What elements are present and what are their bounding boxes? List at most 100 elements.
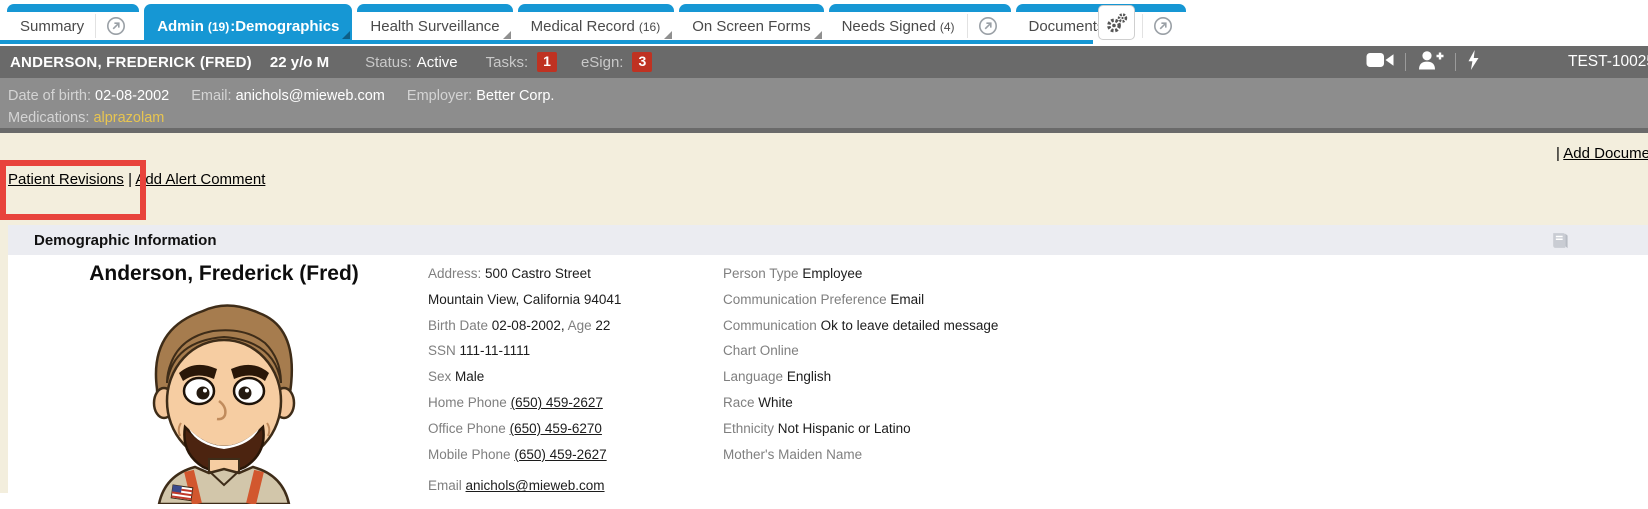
settings-button[interactable] [1098,5,1135,40]
patient-revisions-link[interactable]: Patient Revisions [8,171,124,188]
patient-action-links: Patient Revisions | Add Alert Comment [8,171,265,188]
patient-info-bar: Date of birth: 02-08-2002 Email: anichol… [0,78,1648,128]
ethnicity-value: Not Hispanic or Latino [778,421,911,436]
mothers-maiden-name-label: Mother's Maiden Name [723,447,862,462]
add-alert-comment-link[interactable]: Add Alert Comment [135,171,265,188]
documents-popout-button[interactable] [1142,14,1173,38]
needs-signed-popout-button[interactable] [967,14,998,38]
mobile-phone-label: Mobile Phone [428,447,511,462]
person-plus-icon [1417,50,1444,70]
tab-medical-record-count: (16) [639,20,660,34]
communication-row: Communication Ok to leave detailed messa… [723,313,998,339]
highlight-annotation-box [0,160,146,220]
communication-preference-label: Communication Preference [723,292,887,307]
home-phone-link[interactable]: (650) 459-2627 [511,395,603,410]
tab-needs-signed-label: Needs Signed [842,18,936,35]
tab-underline [0,40,1093,44]
popout-arrow-icon [1153,16,1173,36]
email-label: Email: [191,88,231,104]
ethnicity-label: Ethnicity [723,421,774,436]
mobile-phone-link[interactable]: (650) 459-2627 [514,447,606,462]
demographics-patient-name: Anderson, Frederick (Fred) [8,262,440,286]
tasks-badge[interactable]: 1 [537,52,557,72]
home-phone-label: Home Phone [428,395,507,410]
race-value: White [758,395,793,410]
tab-medical-record-label: Medical Record [531,18,635,35]
address-line1: 500 Castro Street [485,266,591,281]
panel-body: Anderson, Frederick (Fred) [8,255,1648,493]
patient-photo [133,289,313,509]
address-row: Address: 500 Castro Street [428,261,621,287]
popout-arrow-icon [106,16,126,36]
sex-label: Sex [428,369,451,384]
office-phone-link[interactable]: (650) 459-6270 [510,421,602,436]
ssn-value: 111-11-1111 [460,343,531,358]
email-field-label: Email [428,478,462,493]
tab-needs-signed[interactable]: Needs Signed (4) [829,4,1011,40]
tab-health-surveillance-label: Health Surveillance [370,18,499,35]
language-row: Language English [723,364,998,390]
mobile-phone-row: Mobile Phone (650) 459-2627 [428,442,621,468]
tab-on-screen-forms[interactable]: On Screen Forms [679,4,823,40]
patient-header-bar: ANDERSON, FREDERICK (FRED) 22 y/o M Stat… [0,46,1648,78]
ssn-label: SSN [428,343,456,358]
communication-label: Communication [723,318,817,333]
age-label: Age [568,318,592,333]
patient-name: ANDERSON, FREDERICK (FRED) [10,54,252,71]
communication-preference-row: Communication Preference Email [723,287,998,313]
tab-on-screen-forms-label: On Screen Forms [692,18,810,35]
tab-health-surveillance[interactable]: Health Surveillance [357,4,512,40]
ethnicity-row: Ethnicity Not Hispanic or Latino [723,416,998,442]
medications-value[interactable]: alprazolam [93,110,164,126]
race-label: Race [723,395,755,410]
office-phone-label: Office Phone [428,421,506,436]
person-type-value: Employee [802,266,862,281]
summary-popout-button[interactable] [95,14,126,38]
divider [1405,53,1406,71]
address-label: Address: [428,266,481,281]
tab-admin-suffix: :Demographics [230,18,339,35]
tab-admin-demographics[interactable]: Admin (19) :Demographics [144,4,352,40]
employer-label: Employer: [407,88,472,104]
communication-value: Ok to leave detailed message [821,318,999,333]
patient-bar-actions: TEST-10025 [1366,46,1648,78]
demographics-right-column: Person Type Employee Communication Prefe… [723,261,998,467]
dob-value: 02-08-2002 [95,88,169,104]
panel-header: Demographic Information [8,225,1648,255]
lightning-bolt-icon [1467,50,1480,70]
ssn-row: SSN 111-11-1111 [428,338,621,364]
email-value: anichols@mieweb.com [236,88,385,104]
sex-row: Sex Male [428,364,621,390]
add-patient-button[interactable] [1417,50,1444,74]
tab-medical-record[interactable]: Medical Record (16) [518,4,675,40]
add-document-link[interactable]: Add Document [1563,145,1648,162]
birth-date-row: Birth Date 02-08-2002, Age 22 [428,313,621,339]
esign-badge[interactable]: 3 [632,52,652,72]
quick-actions-button[interactable] [1467,50,1480,74]
popout-arrow-icon [978,16,998,36]
age-value: 22 [595,318,610,333]
book-icon [1549,230,1570,251]
demographic-information-panel: Demographic Information Anderson, Freder… [8,225,1648,493]
tab-admin-label: Admin [157,18,204,35]
tab-documents-label: Documents [1029,18,1105,35]
info-row-1: Date of birth: 02-08-2002 Email: anichol… [8,85,1648,107]
birth-date-label: Birth Date [428,318,488,333]
dob-label: Date of birth: [8,88,91,104]
address-line2: Mountain View, California 94041 [428,287,621,313]
email-link[interactable]: anichols@mieweb.com [466,478,605,493]
chart-tab-bar: Summary Admin (19) :Demographics Health … [0,0,1648,44]
status-value: Active [417,54,458,71]
esign-label: eSign: [581,54,624,71]
video-visit-button[interactable] [1366,51,1394,73]
mothers-maiden-name-row: Mother's Maiden Name [723,442,998,468]
person-type-row: Person Type Employee [723,261,998,287]
journal-button[interactable] [1549,230,1570,255]
tasks-label: Tasks: [486,54,529,71]
person-type-label: Person Type [723,266,799,281]
language-value: English [787,369,831,384]
status-label: Status: [365,54,412,71]
chart-id: TEST-10025 [1568,53,1648,71]
tab-summary[interactable]: Summary [7,4,139,40]
medications-label: Medications: [8,110,89,126]
